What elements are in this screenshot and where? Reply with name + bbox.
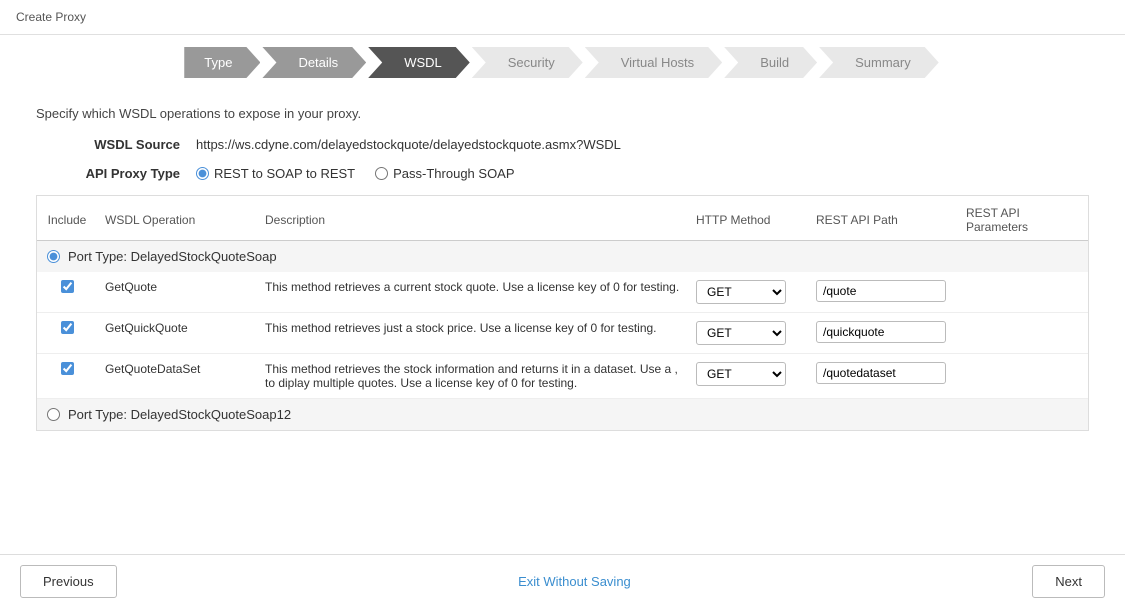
exit-button[interactable]: Exit Without Saving xyxy=(518,574,631,589)
step-virtual-hosts-label: Virtual Hosts xyxy=(585,47,722,78)
col-rest-params: REST API Parameters xyxy=(958,200,1088,241)
table-row: GetQuickQuote This method retrieves just… xyxy=(37,313,1088,354)
table-header-row: Include WSDL Operation Description HTTP … xyxy=(37,200,1088,241)
port-type-1-radio[interactable] xyxy=(47,250,60,263)
bottom-bar: Previous Exit Without Saving Next xyxy=(0,554,1125,608)
step-type[interactable]: Type xyxy=(184,47,262,78)
op2-description: This method retrieves just a stock price… xyxy=(257,313,688,354)
op1-params xyxy=(958,272,1088,313)
op2-params xyxy=(958,313,1088,354)
op3-include[interactable] xyxy=(37,354,97,399)
next-button[interactable]: Next xyxy=(1032,565,1105,598)
col-include: Include xyxy=(37,200,97,241)
step-wsdl-label: WSDL xyxy=(368,47,470,78)
wsdl-source-value: https://ws.cdyne.com/delayedstockquote/d… xyxy=(196,137,621,152)
step-details[interactable]: Details xyxy=(262,47,368,78)
top-bar: Create Proxy xyxy=(0,0,1125,35)
api-proxy-type-label: API Proxy Type xyxy=(36,166,196,181)
page-title: Create Proxy xyxy=(16,10,86,24)
op1-path-input[interactable] xyxy=(816,280,946,302)
port-type-cell-1: Port Type: DelayedStockQuoteSoap xyxy=(37,241,1088,273)
step-build[interactable]: Build xyxy=(724,47,819,78)
wsdl-source-row: WSDL Source https://ws.cdyne.com/delayed… xyxy=(36,137,1089,152)
wsdl-source-label: WSDL Source xyxy=(36,137,196,152)
op1-http-method[interactable]: GET POST PUT DELETE xyxy=(688,272,808,313)
step-virtual-hosts[interactable]: Virtual Hosts xyxy=(585,47,724,78)
op3-name: GetQuoteDataSet xyxy=(97,354,257,399)
op1-description: This method retrieves a current stock qu… xyxy=(257,272,688,313)
table-row: GetQuoteDataSet This method retrieves th… xyxy=(37,354,1088,399)
op1-checkbox[interactable] xyxy=(61,280,74,293)
port-type-row-1: Port Type: DelayedStockQuoteSoap xyxy=(37,241,1088,273)
operations-table-container: Include WSDL Operation Description HTTP … xyxy=(36,195,1089,431)
col-rest-path: REST API Path xyxy=(808,200,958,241)
radio-rest-input[interactable] xyxy=(196,167,209,180)
table-body: Port Type: DelayedStockQuoteSoap GetQuot… xyxy=(37,241,1088,431)
wizard-steps: Type Details WSDL Security Virtual Hosts… xyxy=(0,35,1125,90)
intro-text: Specify which WSDL operations to expose … xyxy=(36,106,1089,121)
op3-params xyxy=(958,354,1088,399)
step-security[interactable]: Security xyxy=(472,47,585,78)
op3-http-method[interactable]: GET POST PUT DELETE xyxy=(688,354,808,399)
op2-rest-path[interactable] xyxy=(808,313,958,354)
main-content: Specify which WSDL operations to expose … xyxy=(0,90,1125,447)
op1-include[interactable] xyxy=(37,272,97,313)
op2-include[interactable] xyxy=(37,313,97,354)
radio-soap-label: Pass-Through SOAP xyxy=(393,166,514,181)
op2-method-select[interactable]: GET POST PUT DELETE xyxy=(696,321,786,345)
table-row: GetQuote This method retrieves a current… xyxy=(37,272,1088,313)
previous-button[interactable]: Previous xyxy=(20,565,117,598)
step-details-label: Details xyxy=(262,47,366,78)
op2-path-input[interactable] xyxy=(816,321,946,343)
op3-path-input[interactable] xyxy=(816,362,946,384)
op3-method-select[interactable]: GET POST PUT DELETE xyxy=(696,362,786,386)
op1-method-select[interactable]: GET POST PUT DELETE xyxy=(696,280,786,304)
op2-name: GetQuickQuote xyxy=(97,313,257,354)
port-type-2-radio[interactable] xyxy=(47,408,60,421)
col-description: Description xyxy=(257,200,688,241)
port-type-2-text: Port Type: DelayedStockQuoteSoap12 xyxy=(68,407,291,422)
op2-checkbox[interactable] xyxy=(61,321,74,334)
step-summary[interactable]: Summary xyxy=(819,47,941,78)
port-type-row-2: Port Type: DelayedStockQuoteSoap12 xyxy=(37,399,1088,431)
op2-http-method[interactable]: GET POST PUT DELETE xyxy=(688,313,808,354)
step-build-label: Build xyxy=(724,47,817,78)
col-http-method: HTTP Method xyxy=(688,200,808,241)
op1-rest-path[interactable] xyxy=(808,272,958,313)
radio-rest-option[interactable]: REST to SOAP to REST xyxy=(196,166,355,181)
step-security-label: Security xyxy=(472,47,583,78)
api-proxy-type-row: API Proxy Type REST to SOAP to REST Pass… xyxy=(36,166,1089,181)
op3-description: This method retrieves the stock informat… xyxy=(257,354,688,399)
proxy-type-radio-group: REST to SOAP to REST Pass-Through SOAP xyxy=(196,166,515,181)
step-summary-label: Summary xyxy=(819,47,939,78)
radio-rest-label: REST to SOAP to REST xyxy=(214,166,355,181)
step-wsdl[interactable]: WSDL xyxy=(368,47,472,78)
radio-soap-input[interactable] xyxy=(375,167,388,180)
col-wsdl-op: WSDL Operation xyxy=(97,200,257,241)
step-type-label: Type xyxy=(184,47,260,78)
port-type-cell-2: Port Type: DelayedStockQuoteSoap12 xyxy=(37,399,1088,431)
op1-name: GetQuote xyxy=(97,272,257,313)
port-type-2-label[interactable]: Port Type: DelayedStockQuoteSoap12 xyxy=(47,407,1078,422)
port-type-1-label[interactable]: Port Type: DelayedStockQuoteSoap xyxy=(47,249,1078,264)
radio-soap-option[interactable]: Pass-Through SOAP xyxy=(375,166,514,181)
operations-table: Include WSDL Operation Description HTTP … xyxy=(37,200,1088,430)
port-type-1-text: Port Type: DelayedStockQuoteSoap xyxy=(68,249,277,264)
op3-checkbox[interactable] xyxy=(61,362,74,375)
op3-rest-path[interactable] xyxy=(808,354,958,399)
